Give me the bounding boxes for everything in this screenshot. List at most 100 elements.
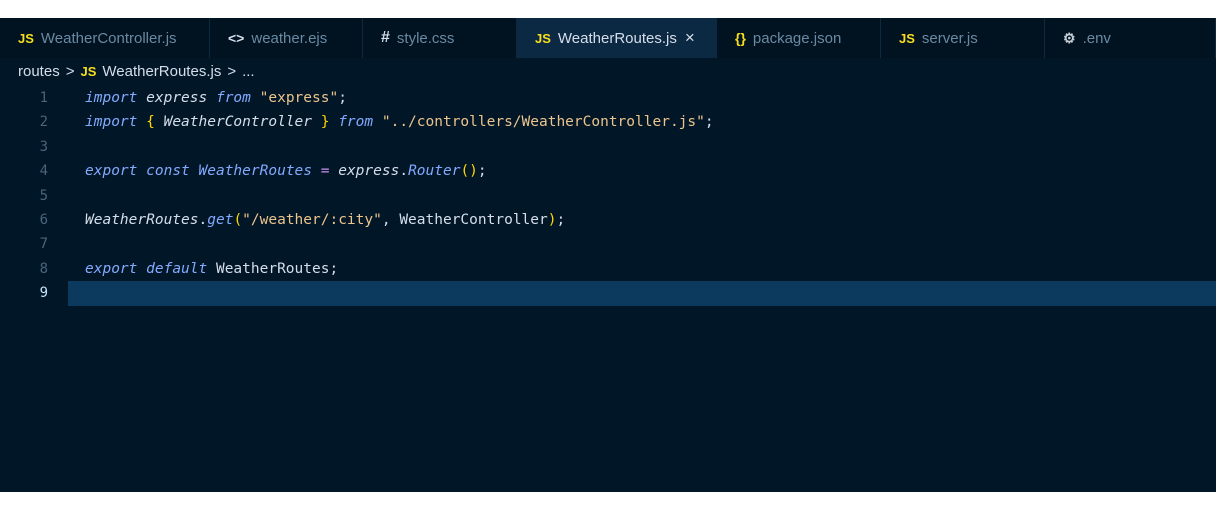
breadcrumb-file[interactable]: WeatherRoutes.js [102, 63, 221, 80]
css-file-icon: # [381, 29, 390, 46]
code-token: export [85, 260, 138, 277]
breadcrumb-separator: > [65, 62, 75, 80]
line-number: 6 [39, 211, 48, 228]
code-token: "/weather/:city" [242, 211, 382, 228]
breadcrumb: routes > JS WeatherRoutes.js > ... [0, 58, 1216, 84]
line-number: 1 [39, 90, 48, 106]
code-line[interactable]: 4 export const WeatherRoutes = express.Ro… [0, 159, 1216, 183]
tab-server-js[interactable]: JS server.js [881, 18, 1045, 58]
code-token: "express" [259, 90, 339, 106]
tab-label: WeatherRoutes.js [557, 29, 677, 47]
gear-icon: ⚙ [1063, 29, 1076, 46]
js-file-icon: JS [18, 30, 34, 46]
code-editor[interactable]: 1 import express from "express"; 2 import {… [0, 86, 1216, 492]
code-token: express [146, 90, 208, 106]
code-token: import [85, 114, 138, 131]
code-text[interactable]: export default WeatherRoutes; [68, 257, 1216, 281]
code-token: WeatherController [399, 211, 548, 228]
js-file-icon: JS [80, 63, 97, 79]
code-token: { [146, 114, 155, 131]
code-token: ; [556, 211, 566, 228]
code-token: () [460, 163, 478, 180]
code-token: WeatherController [163, 114, 312, 131]
js-file-icon: JS [535, 30, 551, 46]
breadcrumb-folder[interactable]: routes [18, 63, 60, 80]
code-line[interactable]: 3 [0, 135, 1216, 159]
tab-env[interactable]: ⚙ .env [1045, 18, 1216, 58]
code-line[interactable]: 6 WeatherRoutes.get("/weather/:city", Wea… [0, 208, 1216, 232]
code-token: WeatherRoutes [85, 211, 199, 228]
tab-weather-ejs[interactable]: <> weather.ejs [210, 18, 363, 58]
code-token: WeatherRoutes [198, 163, 313, 180]
code-text[interactable]: import express from "express"; [68, 86, 1216, 110]
code-token: WeatherRoutes [215, 260, 330, 277]
line-number: 9 [39, 285, 48, 302]
line-number: 2 [39, 114, 48, 131]
tab-weatherroutes-js[interactable]: JS WeatherRoutes.js × [517, 18, 717, 58]
line-number: 5 [39, 187, 48, 204]
line-number: 7 [39, 236, 48, 253]
line-number: 8 [39, 260, 48, 277]
code-token: export [85, 163, 138, 180]
line-number: 3 [39, 138, 48, 155]
code-text[interactable] [68, 281, 1216, 306]
code-line[interactable]: 8 export default WeatherRoutes; [0, 257, 1216, 281]
code-token: "../controllers/WeatherController.js" [381, 114, 705, 131]
code-line[interactable]: 1 import express from "express"; [0, 86, 1216, 110]
json-file-icon: {} [735, 30, 746, 46]
code-text[interactable]: WeatherRoutes.get("/weather/:city", Weat… [68, 208, 1216, 232]
code-line[interactable]: 9 [0, 281, 1216, 306]
code-token: from [215, 90, 251, 106]
close-icon[interactable]: × [685, 28, 695, 48]
code-token: ; [704, 114, 714, 131]
tab-label: .env [1082, 29, 1111, 47]
code-text[interactable] [68, 184, 1216, 208]
tab-label: WeatherController.js [40, 29, 177, 47]
editor-window: JS WeatherController.js <> weather.ejs # styl… [0, 18, 1216, 492]
code-text[interactable] [68, 232, 1216, 256]
code-token: , [381, 211, 400, 228]
line-number: 4 [39, 163, 48, 180]
breadcrumb-separator: > [227, 62, 237, 80]
code-token: ; [477, 163, 487, 180]
code-token: ; [338, 90, 347, 106]
tab-package-json[interactable]: {} package.json [717, 18, 881, 58]
code-token: import [85, 90, 138, 106]
code-token: express [338, 163, 400, 180]
tab-style-css[interactable]: # style.css [363, 18, 517, 58]
breadcrumb-symbols[interactable]: ... [242, 63, 255, 80]
ejs-file-icon: <> [228, 30, 245, 46]
tab-weathercontroller-js[interactable]: JS WeatherController.js [0, 18, 210, 58]
code-token: const [146, 163, 190, 180]
code-text[interactable] [68, 135, 1216, 159]
code-token: from [338, 114, 374, 131]
code-line[interactable]: 2 import { WeatherController } from "../c… [0, 110, 1216, 134]
code-line[interactable]: 5 [0, 184, 1216, 208]
tab-label: weather.ejs [251, 29, 328, 47]
tab-label: style.css [396, 29, 455, 47]
code-token: . [399, 163, 409, 180]
code-text[interactable]: import { WeatherController } from "../co… [68, 110, 1216, 134]
code-token: get [207, 211, 234, 228]
code-token: ( [233, 211, 243, 228]
code-text[interactable]: export const WeatherRoutes = express.Rou… [68, 159, 1216, 183]
tab-bar: JS WeatherController.js <> weather.ejs # styl… [0, 18, 1216, 58]
code-token: ; [329, 260, 339, 277]
code-line[interactable]: 7 [0, 232, 1216, 256]
code-token: . [198, 211, 208, 228]
code-token: Router [408, 163, 461, 180]
tab-label: package.json [752, 29, 842, 47]
tab-label: server.js [921, 29, 978, 47]
